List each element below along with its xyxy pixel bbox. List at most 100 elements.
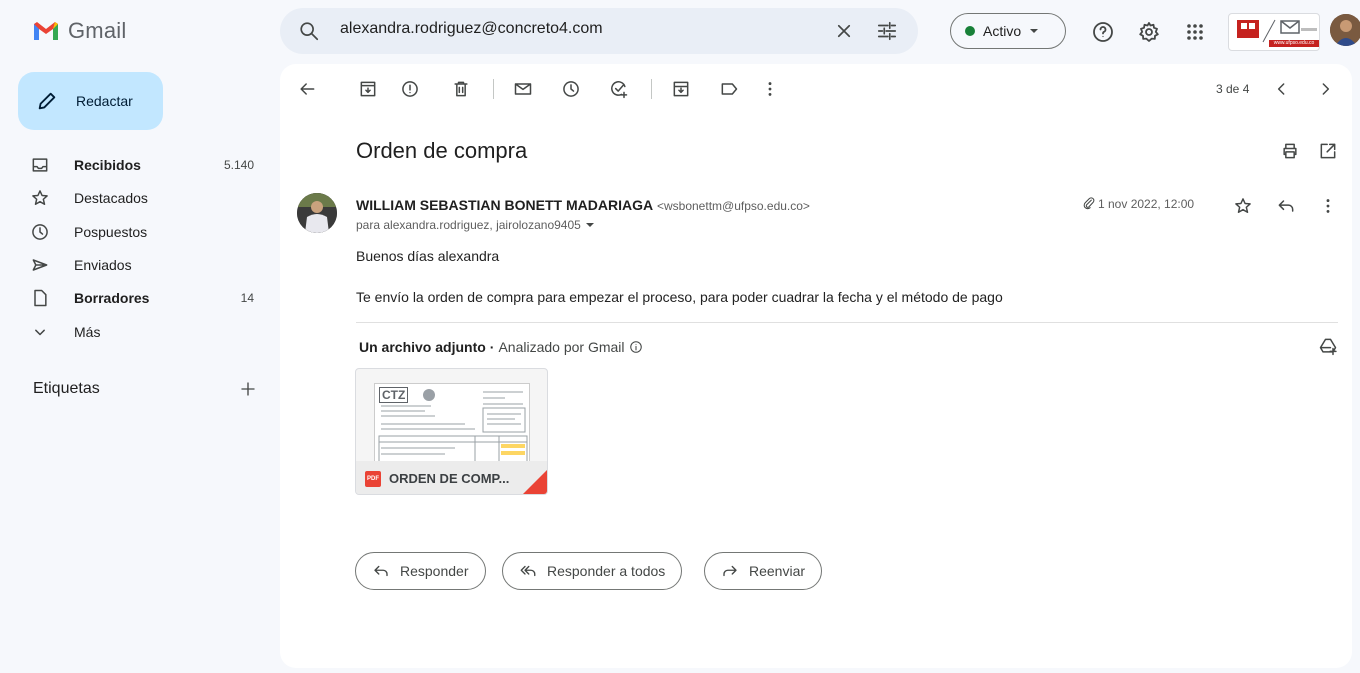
recipients-line[interactable]: para alexandra.rodriguez, jairolozano940… [356,218,595,232]
pagination-count: 3 de 4 [1216,82,1250,96]
clear-search-icon[interactable] [835,22,853,40]
sidebar-item-label: Más [74,324,101,340]
separator-dot: · [489,339,495,355]
reply-button[interactable]: Responder [355,552,486,590]
sidebar-item-label: Recibidos [74,157,141,173]
next-email-icon[interactable] [1315,79,1335,99]
chevron-down-icon [35,329,45,336]
sidebar-item-label: Borradores [74,290,150,306]
pdf-file-icon: PDF [365,470,381,487]
attachment-filename: ORDEN DE COMP... [389,471,510,486]
inbox-icon [32,158,48,172]
search-options-icon[interactable] [876,20,898,42]
snooze-clock-icon[interactable] [561,79,581,99]
print-icon[interactable] [1280,141,1300,161]
sender-avatar[interactable] [297,193,337,233]
forward-button[interactable]: Reenviar [704,552,823,590]
attachments-header: Un archivo adjunto · Analizado por Gmail [359,339,643,355]
forward-icon [723,565,737,577]
sidebar-item-drafts[interactable]: Borradores 14 [30,284,262,312]
forward-label: Reenviar [749,563,806,579]
back-arrow-icon[interactable] [297,79,317,99]
previous-email-icon[interactable] [1272,79,1292,99]
search-input[interactable]: alexandra.rodriguez@concreto4.com [340,20,603,38]
sidebar-item-starred[interactable]: Destacados [30,184,262,212]
recipients-text: para alexandra.rodriguez, jairolozano940… [356,218,581,232]
gmail-wordmark: Gmail [68,18,127,43]
sidebar-item-label: Pospuestos [74,224,148,240]
trash-icon[interactable] [451,79,471,99]
reply-all-icon [520,565,536,577]
pencil-icon [38,92,56,110]
star-icon[interactable] [1233,196,1253,216]
document-thumbnail-icon [378,389,528,463]
sender-line: WILLIAM SEBASTIAN BONETT MADARIAGA <wsbo… [356,197,810,213]
brand-url: www.ufpso.edu.co [1269,40,1319,47]
labels-heading: Etiquetas [33,380,100,397]
status-dot [965,26,975,36]
sidebar-item-count: 5.140 [223,158,254,172]
archive-icon[interactable] [358,79,378,99]
sidebar-item-label: Enviados [74,257,132,273]
more-vertical-icon[interactable] [1318,196,1338,216]
reply-all-label: Responder a todos [547,563,666,579]
more-vertical-icon[interactable] [760,79,780,99]
sender-name[interactable]: WILLIAM SEBASTIAN BONETT MADARIAGA [356,197,653,213]
labels-section-header: Etiquetas [33,380,257,398]
email-date: 1 nov 2022, 12:00 [1098,197,1195,211]
open-new-window-icon[interactable] [1318,141,1338,161]
status-label: Activo [983,23,1022,39]
mark-unread-icon[interactable] [513,79,533,99]
compose-button[interactable]: Redactar [18,72,163,130]
reply-icon[interactable] [1276,196,1296,216]
clock-icon [32,224,48,240]
account-photo-icon [1330,14,1360,46]
email-body-line: Te envío la orden de compra para empezar… [356,289,1003,305]
add-to-drive-icon[interactable] [1318,336,1338,356]
add-task-icon[interactable] [609,79,629,99]
toolbar-divider [493,79,494,99]
scan-status: Analizado por Gmail [498,339,625,355]
organization-logo[interactable]: www.ufpso.edu.co [1228,13,1320,51]
draft-icon [34,289,47,307]
caret-down-icon [1030,29,1039,33]
attachment-icon [1083,197,1095,210]
star-icon [32,190,48,205]
attachments-heading: Un archivo adjunto [359,339,486,355]
reply-label: Responder [400,563,469,579]
attachments-divider [356,322,1338,323]
help-icon[interactable] [1091,20,1115,44]
add-label-icon[interactable] [239,380,257,398]
attachment-preview: CTZ [374,383,530,463]
status-selector[interactable]: Activo [950,13,1066,49]
search-icon[interactable] [298,20,320,42]
gmail-m-icon [34,22,58,40]
sidebar-item-inbox[interactable]: Recibidos 5.140 [30,151,262,179]
email-body-line: Buenos días alexandra [356,248,500,264]
sidebar-item-count: 14 [240,291,254,305]
account-avatar[interactable] [1330,14,1360,46]
page-fold-icon [523,470,547,494]
sidebar-item-label: Destacados [74,190,148,206]
toolbar-divider [651,79,652,99]
attachment-card[interactable]: CTZ PDF ORDEN DE COMP... [355,368,548,495]
sidebar-item-more[interactable]: Más [30,318,262,346]
gmail-logo[interactable]: Gmail [32,18,126,44]
report-spam-icon[interactable] [400,79,420,99]
email-subject: Orden de compra [356,138,528,163]
move-to-icon[interactable] [671,79,691,99]
send-icon [32,259,48,271]
attachment-footer: PDF ORDEN DE COMP... [356,461,547,494]
apps-grid-icon[interactable] [1183,20,1207,44]
sidebar-item-sent[interactable]: Enviados [30,251,262,279]
sender-photo-icon [297,193,337,233]
settings-gear-icon[interactable] [1137,20,1161,44]
reply-all-button[interactable]: Responder a todos [502,552,683,590]
sender-email: <wsbonettm@ufpso.edu.co> [656,199,810,213]
label-icon[interactable] [719,79,739,99]
compose-label: Redactar [76,93,133,109]
sidebar-item-snoozed[interactable]: Pospuestos [30,218,262,246]
reply-icon [374,565,388,577]
info-icon[interactable] [629,340,643,354]
caret-down-icon[interactable] [585,220,595,230]
